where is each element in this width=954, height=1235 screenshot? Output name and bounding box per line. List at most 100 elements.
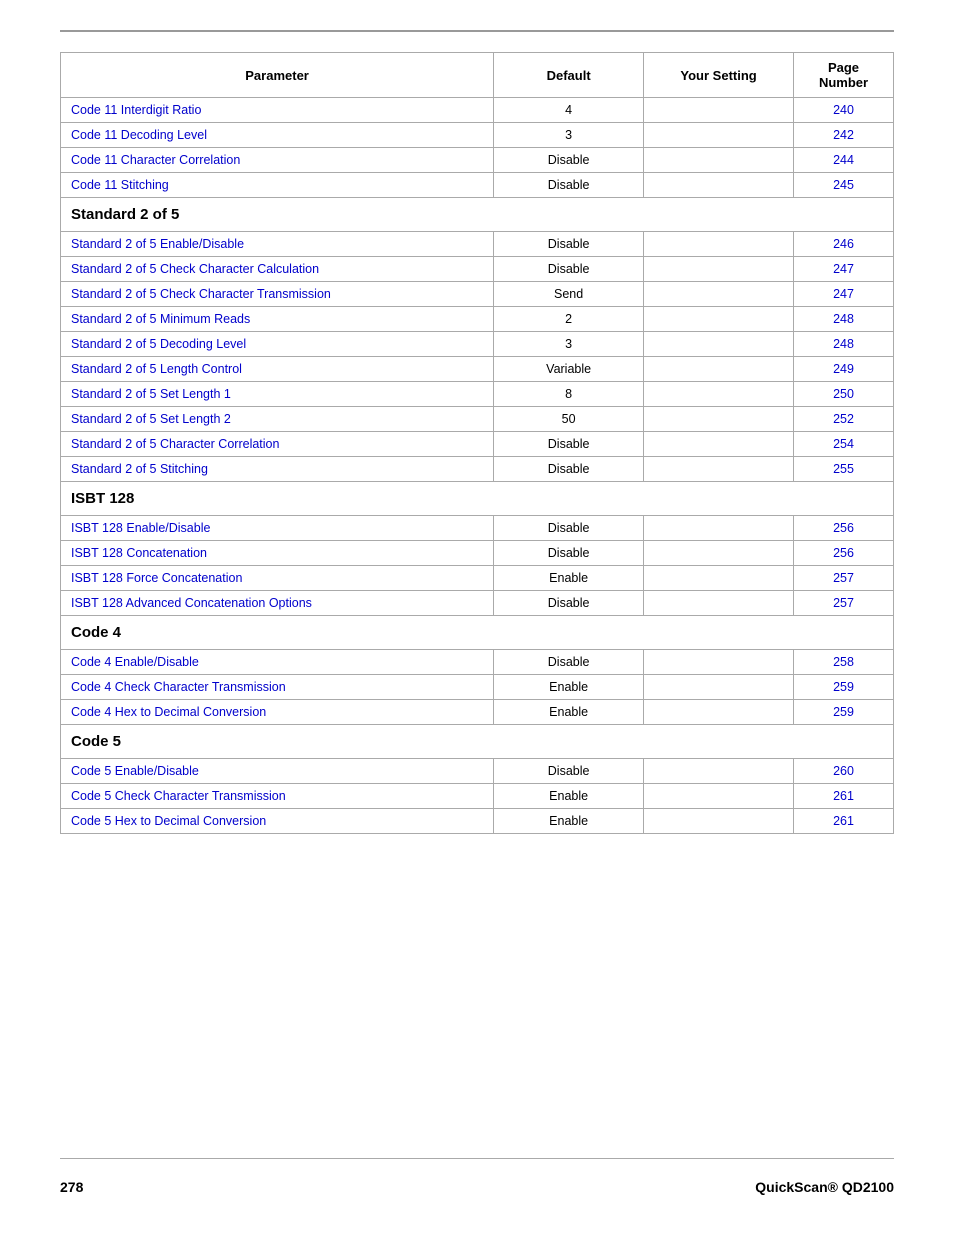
table-row: Code 4 Enable/DisableDisable 258: [61, 650, 894, 675]
footer-product-name: QuickScan® QD2100: [755, 1179, 894, 1195]
your-setting-cell: [644, 541, 794, 566]
page-number-cell[interactable]: 252: [794, 407, 894, 432]
param-cell[interactable]: Standard 2 of 5 Decoding Level: [61, 332, 494, 357]
page-number-cell[interactable]: 248: [794, 332, 894, 357]
section-header-row: Standard 2 of 5: [61, 198, 894, 232]
param-cell[interactable]: Standard 2 of 5 Check Character Transmis…: [61, 282, 494, 307]
param-cell[interactable]: Code 4 Hex to Decimal Conversion: [61, 700, 494, 725]
table-row: Code 11 Character CorrelationDisable 244: [61, 148, 894, 173]
your-setting-cell: [644, 700, 794, 725]
page-number-cell[interactable]: 261: [794, 784, 894, 809]
your-setting-cell: [644, 382, 794, 407]
default-cell: Send: [494, 282, 644, 307]
page-number-cell[interactable]: 255: [794, 457, 894, 482]
default-cell: Disable: [494, 650, 644, 675]
page-number-cell[interactable]: 258: [794, 650, 894, 675]
default-cell: Enable: [494, 675, 644, 700]
page-number-cell[interactable]: 244: [794, 148, 894, 173]
page-number-cell[interactable]: 261: [794, 809, 894, 834]
page-number-cell[interactable]: 256: [794, 541, 894, 566]
page-number-cell[interactable]: 250: [794, 382, 894, 407]
param-cell[interactable]: Standard 2 of 5 Stitching: [61, 457, 494, 482]
footer-page-number: 278: [60, 1179, 83, 1195]
default-cell: Enable: [494, 566, 644, 591]
page-number-cell[interactable]: 257: [794, 591, 894, 616]
your-setting-cell: [644, 148, 794, 173]
page-number-cell[interactable]: 248: [794, 307, 894, 332]
page-number-cell[interactable]: 240: [794, 98, 894, 123]
default-cell: Disable: [494, 148, 644, 173]
param-cell[interactable]: Standard 2 of 5 Minimum Reads: [61, 307, 494, 332]
your-setting-cell: [644, 332, 794, 357]
default-cell: 2: [494, 307, 644, 332]
your-setting-cell: [644, 123, 794, 148]
your-setting-cell: [644, 566, 794, 591]
page-number-cell[interactable]: 260: [794, 759, 894, 784]
default-cell: Enable: [494, 809, 644, 834]
your-setting-cell: [644, 432, 794, 457]
default-cell: Disable: [494, 591, 644, 616]
page-number-cell[interactable]: 242: [794, 123, 894, 148]
param-cell[interactable]: Code 11 Character Correlation: [61, 148, 494, 173]
footer: 278 QuickScan® QD2100: [60, 1158, 894, 1195]
param-cell[interactable]: Standard 2 of 5 Set Length 2: [61, 407, 494, 432]
param-cell[interactable]: Code 4 Enable/Disable: [61, 650, 494, 675]
section-header-row: Code 4: [61, 616, 894, 650]
header-your-setting: Your Setting: [644, 53, 794, 98]
param-cell[interactable]: Code 5 Enable/Disable: [61, 759, 494, 784]
default-cell: 4: [494, 98, 644, 123]
param-cell[interactable]: ISBT 128 Force Concatenation: [61, 566, 494, 591]
param-cell[interactable]: Standard 2 of 5 Check Character Calculat…: [61, 257, 494, 282]
page-number-cell[interactable]: 259: [794, 675, 894, 700]
table-row: ISBT 128 Advanced Concatenation OptionsD…: [61, 591, 894, 616]
page-number-cell[interactable]: 246: [794, 232, 894, 257]
page-number-cell[interactable]: 257: [794, 566, 894, 591]
table-row: ISBT 128 ConcatenationDisable 256: [61, 541, 894, 566]
your-setting-cell: [644, 759, 794, 784]
page-number-cell[interactable]: 259: [794, 700, 894, 725]
param-cell[interactable]: ISBT 128 Advanced Concatenation Options: [61, 591, 494, 616]
header-page-number: Page Number: [794, 53, 894, 98]
main-table: Parameter Default Your Setting Page Numb…: [60, 52, 894, 834]
your-setting-cell: [644, 516, 794, 541]
param-cell[interactable]: Code 11 Decoding Level: [61, 123, 494, 148]
default-cell: 8: [494, 382, 644, 407]
param-cell[interactable]: Code 4 Check Character Transmission: [61, 675, 494, 700]
your-setting-cell: [644, 675, 794, 700]
section-label: Code 5: [61, 725, 894, 759]
page-number-cell[interactable]: 247: [794, 257, 894, 282]
table-row: Code 11 Interdigit Ratio4 240: [61, 98, 894, 123]
param-cell[interactable]: ISBT 128 Concatenation: [61, 541, 494, 566]
page-number-cell[interactable]: 247: [794, 282, 894, 307]
section-label: Code 4: [61, 616, 894, 650]
page-number-cell[interactable]: 254: [794, 432, 894, 457]
param-cell[interactable]: Code 5 Hex to Decimal Conversion: [61, 809, 494, 834]
param-cell[interactable]: Code 11 Stitching: [61, 173, 494, 198]
section-label: Standard 2 of 5: [61, 198, 894, 232]
section-header-row: Code 5: [61, 725, 894, 759]
table-row: Standard 2 of 5 Check Character Calculat…: [61, 257, 894, 282]
header-parameter: Parameter: [61, 53, 494, 98]
your-setting-cell: [644, 282, 794, 307]
table-row: Code 4 Hex to Decimal ConversionEnable25…: [61, 700, 894, 725]
default-cell: Enable: [494, 784, 644, 809]
page-number-cell[interactable]: 256: [794, 516, 894, 541]
param-cell[interactable]: Standard 2 of 5 Length Control: [61, 357, 494, 382]
table-row: Standard 2 of 5 Decoding Level3248: [61, 332, 894, 357]
page-number-cell[interactable]: 249: [794, 357, 894, 382]
default-cell: Disable: [494, 232, 644, 257]
table-row: Standard 2 of 5 Character CorrelationDis…: [61, 432, 894, 457]
param-cell[interactable]: ISBT 128 Enable/Disable: [61, 516, 494, 541]
param-cell[interactable]: Code 11 Interdigit Ratio: [61, 98, 494, 123]
table-row: Standard 2 of 5 StitchingDisable255: [61, 457, 894, 482]
your-setting-cell: [644, 591, 794, 616]
param-cell[interactable]: Standard 2 of 5 Set Length 1: [61, 382, 494, 407]
page-number-cell[interactable]: 245: [794, 173, 894, 198]
table-row: Standard 2 of 5 Check Character Transmis…: [61, 282, 894, 307]
param-cell[interactable]: Standard 2 of 5 Character Correlation: [61, 432, 494, 457]
param-cell[interactable]: Standard 2 of 5 Enable/Disable: [61, 232, 494, 257]
param-cell[interactable]: Code 5 Check Character Transmission: [61, 784, 494, 809]
default-cell: Disable: [494, 541, 644, 566]
default-cell: 50: [494, 407, 644, 432]
top-border: [60, 30, 894, 32]
